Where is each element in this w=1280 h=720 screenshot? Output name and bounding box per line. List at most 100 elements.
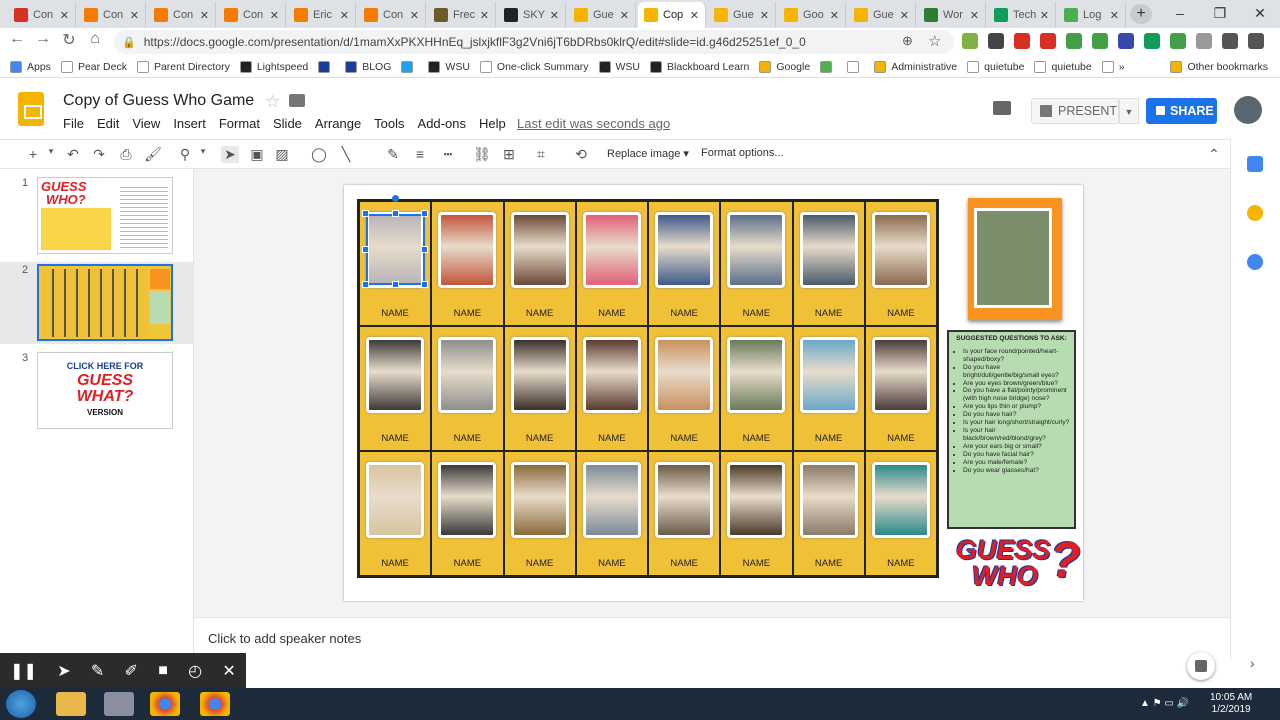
tasks-icon[interactable] xyxy=(1247,254,1263,270)
character-card[interactable]: NAME xyxy=(503,451,576,576)
character-photo[interactable] xyxy=(582,337,641,413)
tab-close-icon[interactable]: ✕ xyxy=(60,9,69,22)
bookmark-item[interactable]: quietube xyxy=(1034,60,1092,73)
image-icon[interactable]: ▨ xyxy=(273,146,291,163)
character-card[interactable]: NAME xyxy=(792,201,865,326)
character-card[interactable]: NAME xyxy=(431,201,504,326)
browser-tab[interactable]: Gue ✕ xyxy=(568,2,636,28)
pause-icon[interactable]: ❚❚ xyxy=(10,661,37,681)
bookmark-item[interactable]: WSU xyxy=(598,60,640,73)
browser-tab[interactable]: Log ✕ xyxy=(1058,2,1126,28)
character-photo[interactable] xyxy=(510,462,569,538)
resize-handle[interactable] xyxy=(362,246,369,253)
close-window-button[interactable]: ✕ xyxy=(1240,2,1280,24)
resize-handle[interactable] xyxy=(421,210,428,217)
bookmark-item[interactable]: One-click Summary xyxy=(479,60,589,73)
character-card[interactable]: NAME xyxy=(864,326,937,451)
speaker-notes-placeholder[interactable]: Click to add speaker notes xyxy=(208,631,361,646)
bookmark-item[interactable]: Other bookmarks xyxy=(1170,60,1268,73)
browser-tab[interactable]: Con ✕ xyxy=(8,2,76,28)
character-name-label[interactable]: NAME xyxy=(794,433,864,444)
minimize-button[interactable]: – xyxy=(1160,2,1200,24)
character-photo[interactable] xyxy=(871,462,930,538)
extension-icon[interactable] xyxy=(962,33,978,49)
bookmark-item[interactable]: Lightspeed xyxy=(239,60,308,73)
pen-icon[interactable]: ✎ xyxy=(91,661,104,681)
avatar[interactable] xyxy=(1234,96,1262,124)
character-card[interactable]: NAME xyxy=(648,201,721,326)
tab-close-icon[interactable]: ✕ xyxy=(480,9,489,22)
file-explorer-icon[interactable] xyxy=(56,692,86,716)
character-name-label[interactable]: NAME xyxy=(505,558,575,569)
forward-icon[interactable]: → xyxy=(32,30,54,48)
select-icon[interactable]: ➤ xyxy=(221,146,239,163)
character-photo[interactable] xyxy=(582,462,641,538)
zoom-icon[interactable]: ⊕ xyxy=(902,33,913,49)
character-photo[interactable] xyxy=(366,337,424,413)
browser-tab[interactable]: Cop ✕ xyxy=(638,2,706,28)
character-photo[interactable] xyxy=(727,212,786,288)
line-icon[interactable]: ╲ xyxy=(337,146,355,163)
character-photo[interactable] xyxy=(655,337,713,413)
undo-icon[interactable]: ↶ xyxy=(64,146,82,163)
app-icon[interactable] xyxy=(104,692,134,716)
character-photo[interactable] xyxy=(799,462,858,538)
tab-close-icon[interactable]: ✕ xyxy=(620,9,629,22)
text-box-icon[interactable]: ▣ xyxy=(248,146,266,163)
character-photo[interactable] xyxy=(871,337,930,413)
character-card[interactable]: NAME xyxy=(720,451,793,576)
character-name-label[interactable]: NAME xyxy=(866,308,936,319)
character-card[interactable]: NAME xyxy=(503,326,576,451)
calendar-icon[interactable] xyxy=(1247,156,1263,172)
resize-handle[interactable] xyxy=(392,281,399,288)
character-name-label[interactable]: NAME xyxy=(505,433,575,444)
character-name-label[interactable]: NAME xyxy=(649,558,719,569)
border-weight-icon[interactable]: ≡ xyxy=(411,146,429,162)
back-icon[interactable]: ← xyxy=(6,30,28,48)
character-photo[interactable] xyxy=(799,212,858,288)
bookmark-item[interactable]: Google xyxy=(759,60,810,73)
character-photo[interactable] xyxy=(655,212,713,288)
resize-handle[interactable] xyxy=(362,210,369,217)
menu-view[interactable]: View xyxy=(132,116,160,131)
link-icon[interactable]: ⛓ xyxy=(473,146,491,163)
tab-close-icon[interactable]: ✕ xyxy=(200,9,209,22)
character-name-label[interactable]: NAME xyxy=(432,433,502,444)
highlighter-icon[interactable]: ✐ xyxy=(125,661,138,681)
bookmark-item[interactable]: Parent Directory xyxy=(136,60,230,73)
browser-tab[interactable]: Goo ✕ xyxy=(778,2,846,28)
suggested-questions-box[interactable]: SUGGESTED QUESTIONS TO ASK: Is your face… xyxy=(947,330,1076,529)
character-card[interactable]: NAME xyxy=(575,326,648,451)
character-name-label[interactable]: NAME xyxy=(432,558,502,569)
character-name-label[interactable]: NAME xyxy=(577,308,647,319)
share-button[interactable]: SHARE xyxy=(1146,98,1217,124)
bookmark-item[interactable]: » xyxy=(1101,60,1125,73)
character-name-label[interactable]: NAME xyxy=(721,308,791,319)
character-card[interactable]: NAME xyxy=(864,451,937,576)
reset-image-icon[interactable]: ⟲ xyxy=(572,146,590,163)
new-slide-dropdown-icon[interactable]: ▾ xyxy=(42,146,60,157)
bookmark-item[interactable]: Apps xyxy=(10,60,51,73)
slides-logo-icon[interactable] xyxy=(18,92,44,126)
replace-image-button[interactable]: Replace image ▾ xyxy=(607,147,689,160)
border-color-icon[interactable]: ✎ xyxy=(384,146,402,163)
browser-tab[interactable]: Con ✕ xyxy=(218,2,286,28)
character-card[interactable]: NAME xyxy=(720,201,793,326)
tab-close-icon[interactable]: ✕ xyxy=(1110,9,1119,22)
menu-tools[interactable]: Tools xyxy=(374,116,404,131)
paint-format-icon[interactable]: 🖌 xyxy=(144,146,162,163)
bookmark-item[interactable] xyxy=(847,60,864,73)
maximize-button[interactable]: ❐ xyxy=(1200,2,1240,24)
start-button[interactable] xyxy=(6,690,36,718)
bookmark-item[interactable]: BLOG xyxy=(345,60,391,73)
bookmark-item[interactable]: Pear Deck xyxy=(60,60,127,73)
bookmark-item[interactable]: WSU xyxy=(428,60,470,73)
tab-close-icon[interactable]: ✕ xyxy=(340,9,349,22)
browser-tab[interactable]: Con ✕ xyxy=(358,2,426,28)
character-name-label[interactable]: NAME xyxy=(721,558,791,569)
character-name-label[interactable]: NAME xyxy=(649,308,719,319)
camera-icon[interactable]: ■ xyxy=(158,662,168,680)
browser-tab[interactable]: Frec ✕ xyxy=(428,2,496,28)
character-card[interactable]: NAME xyxy=(792,451,865,576)
chrome-icon[interactable] xyxy=(200,692,230,716)
